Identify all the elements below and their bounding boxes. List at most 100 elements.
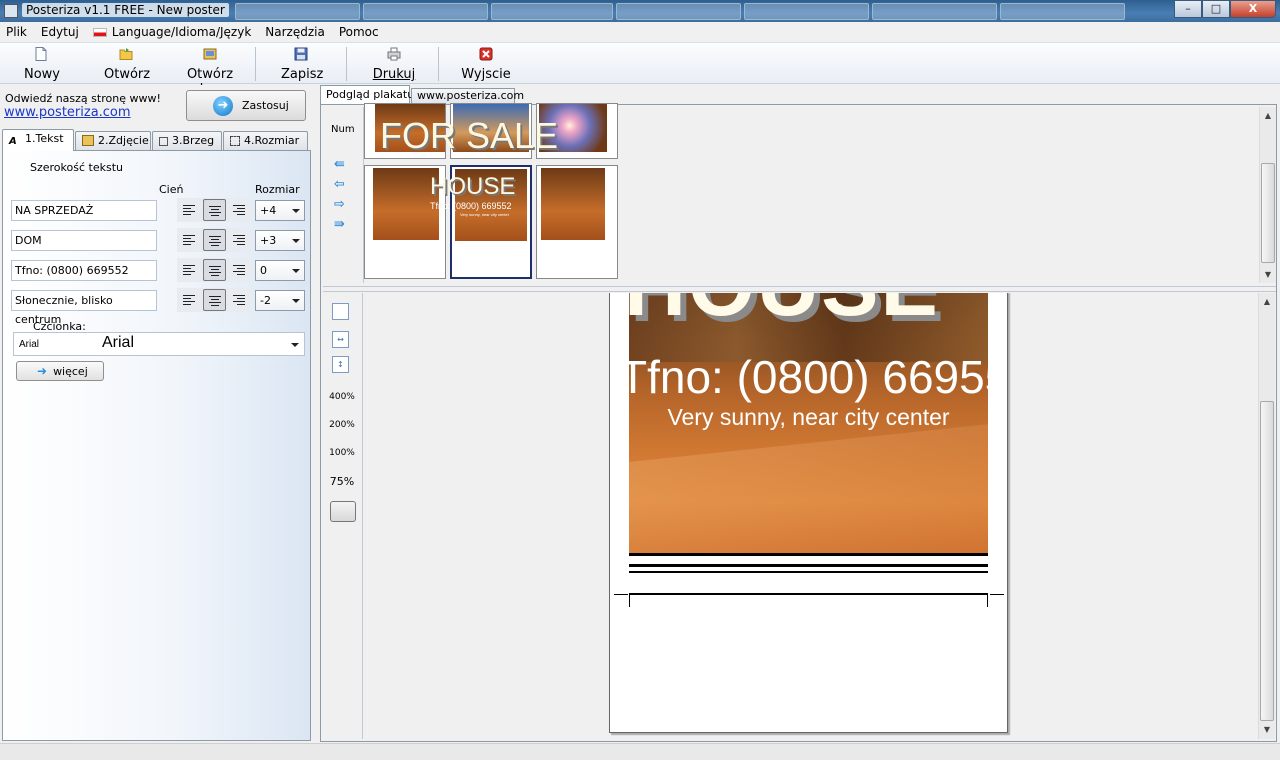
menu-language[interactable]: Language/Idioma/Język bbox=[92, 25, 251, 39]
align-right-button[interactable] bbox=[228, 289, 251, 311]
thumbnail-sunny-text: Very sunny, near city center bbox=[460, 212, 510, 217]
menu-help[interactable]: Pomoc bbox=[339, 25, 379, 39]
scroll-down-icon[interactable]: ▼ bbox=[1260, 266, 1276, 283]
minimize-button[interactable]: – bbox=[1174, 0, 1202, 18]
preview-frame: Num ⇚ ⇦ ⇨ ⇛ FOR SALE HOUSE Tfno: (0800) … bbox=[320, 103, 1277, 742]
menu-edit[interactable]: Edytuj bbox=[41, 25, 79, 39]
align-left-button[interactable] bbox=[178, 289, 201, 311]
print-button[interactable]: Drukuj bbox=[372, 45, 416, 82]
align-center-button[interactable] bbox=[203, 199, 226, 221]
pane-splitter[interactable] bbox=[323, 286, 1276, 292]
alignment-group bbox=[177, 228, 253, 252]
background-task-button[interactable] bbox=[1000, 3, 1125, 20]
poster-sunny-text: Very sunny, near city center bbox=[667, 404, 950, 430]
zoom-200[interactable]: 200% bbox=[323, 420, 361, 430]
align-left-button[interactable] bbox=[178, 199, 201, 221]
last-page-icon[interactable]: ⇛ bbox=[334, 217, 345, 232]
poster-phone-text: Tfno: (0800) 669552 bbox=[629, 351, 988, 403]
visit-text: Odwiedź naszą stronę www! bbox=[5, 92, 161, 105]
apply-button[interactable]: ➜ Zastosuj bbox=[186, 90, 306, 121]
alignment-group bbox=[177, 288, 253, 312]
font-select[interactable]: Arial Arial bbox=[13, 332, 305, 356]
next-page-icon[interactable]: ⇨ bbox=[334, 197, 345, 212]
background-task-button[interactable] bbox=[491, 3, 613, 20]
more-button[interactable]: ➜ więcej bbox=[16, 361, 104, 381]
title-bar: Posteriza v1.1 FREE - New poster – □ X bbox=[0, 0, 1280, 22]
text-width-label: Szerokość tekstu bbox=[30, 161, 123, 174]
align-right-button[interactable] bbox=[228, 199, 251, 221]
text-line-1-input[interactable]: NA SPRZEDAŻ bbox=[11, 200, 157, 221]
align-right-button[interactable] bbox=[228, 229, 251, 251]
background-task-button[interactable] bbox=[872, 3, 997, 20]
align-center-button[interactable] bbox=[203, 289, 226, 311]
thumbnail-photo bbox=[541, 168, 605, 240]
scroll-up-icon[interactable]: ▲ bbox=[1260, 107, 1276, 124]
text-line-4-input[interactable]: Słonecznie, blisko centrum bbox=[11, 290, 157, 326]
align-center-button[interactable] bbox=[203, 259, 226, 281]
status-strip bbox=[0, 743, 1280, 760]
open-button[interactable]: Otwórz bbox=[104, 45, 151, 82]
fit-width-icon[interactable]: ↔ bbox=[332, 331, 349, 348]
size-select-1[interactable]: +4 bbox=[255, 200, 305, 221]
menu-file[interactable]: Plik bbox=[6, 25, 27, 39]
fit-page-icon[interactable] bbox=[332, 303, 349, 320]
zoom-100[interactable]: 100% bbox=[323, 448, 361, 458]
zoom-400[interactable]: 400% bbox=[323, 392, 361, 402]
thumbnail-scrollbar[interactable]: ▲ ▼ bbox=[1259, 107, 1276, 283]
dropdown-arrow-icon bbox=[292, 269, 300, 273]
align-right-button[interactable] bbox=[228, 259, 251, 281]
scroll-down-icon[interactable]: ▼ bbox=[1259, 721, 1275, 738]
align-left-button[interactable] bbox=[178, 259, 201, 281]
align-center-button[interactable] bbox=[203, 229, 226, 251]
tab-border[interactable]: 3.Brzeg bbox=[152, 131, 222, 150]
new-button[interactable]: Nowy bbox=[24, 45, 60, 82]
dropdown-arrow-icon bbox=[292, 239, 300, 243]
size-select-3[interactable]: 0 bbox=[255, 260, 305, 281]
alignment-group bbox=[177, 258, 253, 282]
poster-thumbnail[interactable] bbox=[536, 165, 618, 279]
background-task-button[interactable] bbox=[363, 3, 488, 20]
background-task-button[interactable] bbox=[235, 3, 360, 20]
tab-text[interactable]: A 1.Tekst bbox=[2, 129, 74, 151]
photo-road bbox=[629, 417, 988, 554]
zoom-current-button[interactable] bbox=[330, 501, 356, 522]
maximize-button[interactable]: □ bbox=[1202, 0, 1230, 18]
exit-button[interactable]: Wyjscie bbox=[460, 45, 512, 82]
page-nav-column: Num ⇚ ⇦ ⇨ ⇛ bbox=[323, 107, 361, 285]
canvas-scrollbar[interactable]: ▲ ▼ bbox=[1258, 293, 1275, 739]
zoom-75[interactable]: 75% bbox=[323, 475, 361, 488]
crop-mark bbox=[629, 595, 630, 607]
scrollbar-thumb[interactable] bbox=[1260, 401, 1274, 721]
size-select-2-value: +3 bbox=[260, 234, 277, 247]
fit-height-icon[interactable]: ↕ bbox=[332, 356, 349, 373]
poster-page: HOUSE Tfno: (0800) 669552 Very sunny, ne… bbox=[609, 293, 1008, 733]
first-page-icon[interactable]: ⇚ bbox=[334, 157, 345, 172]
prev-page-icon[interactable]: ⇦ bbox=[334, 177, 345, 192]
tab-poster-preview[interactable]: Podgląd plakatu bbox=[320, 85, 414, 105]
scroll-up-icon[interactable]: ▲ bbox=[1259, 293, 1275, 310]
save-button[interactable]: Zapisz bbox=[281, 45, 324, 82]
save-disk-icon bbox=[294, 47, 308, 61]
size-select-2[interactable]: +3 bbox=[255, 230, 305, 251]
font-select-name: Arial bbox=[19, 339, 40, 350]
background-task-button[interactable] bbox=[744, 3, 869, 20]
open-button-label: Otwórz bbox=[104, 67, 151, 82]
text-line-2-input[interactable]: DOM bbox=[11, 230, 157, 251]
size-select-4[interactable]: -2 bbox=[255, 290, 305, 311]
alignment-group bbox=[177, 198, 253, 222]
menu-tools[interactable]: Narzędzia bbox=[265, 25, 325, 39]
dropdown-arrow-icon bbox=[292, 209, 300, 213]
close-button[interactable]: X bbox=[1230, 0, 1276, 18]
website-link[interactable]: www.posteriza.com bbox=[4, 105, 131, 120]
tab-photo[interactable]: 2.Zdjęcie bbox=[75, 131, 151, 150]
background-task-button[interactable] bbox=[616, 3, 741, 20]
text-tab-panel: Szerokość tekstu Cień Rozmiar NA SPRZEDA… bbox=[2, 150, 311, 741]
tab-border-label: 3.Brzeg bbox=[172, 134, 215, 147]
scrollbar-thumb[interactable] bbox=[1261, 163, 1275, 263]
tab-size[interactable]: 4.Rozmiar bbox=[223, 131, 308, 150]
save-button-label: Zapisz bbox=[281, 67, 324, 82]
poster-photo: HOUSE Tfno: (0800) 669552 Very sunny, ne… bbox=[629, 293, 988, 554]
text-line-3-input[interactable]: Tfno: (0800) 669552 bbox=[11, 260, 157, 281]
align-left-button[interactable] bbox=[178, 229, 201, 251]
border-tab-icon bbox=[159, 137, 168, 146]
